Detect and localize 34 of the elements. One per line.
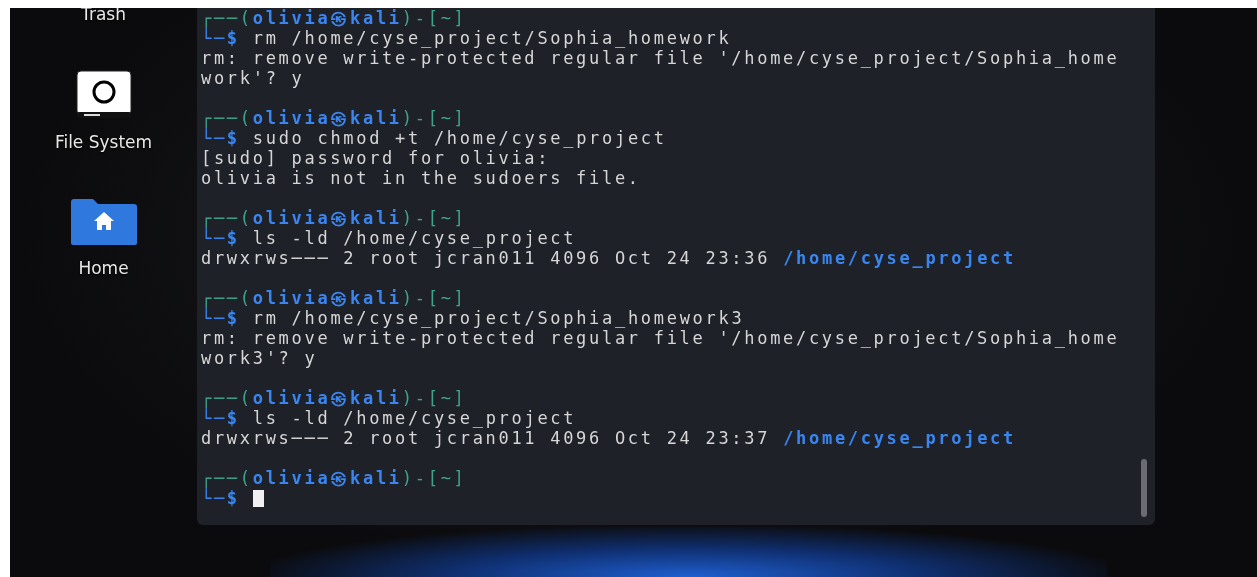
scrollbar-thumb[interactable] bbox=[1141, 459, 1147, 517]
prompt-symbol: └─$ bbox=[201, 228, 240, 248]
output-text: work'? y bbox=[201, 68, 305, 88]
home-folder-icon[interactable] bbox=[68, 198, 139, 246]
cursor bbox=[252, 489, 264, 507]
prompt-symbol: └─$ bbox=[201, 408, 240, 428]
command-text: sudo chmod +t /home/cyse_project bbox=[252, 128, 667, 148]
output-text: [sudo] password for olivia: bbox=[201, 148, 551, 168]
command-text: ls -ld /home/cyse_project bbox=[252, 228, 577, 248]
command-text: ls -ld /home/cyse_project bbox=[252, 408, 577, 428]
desktop-icon-label[interactable]: Trash bbox=[81, 8, 126, 24]
prompt-line: ┌──(olivia㉿kali)-[~] bbox=[201, 388, 468, 408]
directory-path: /home/cyse_project bbox=[783, 248, 1016, 268]
command-text: rm /home/cyse_project/Sophia_homework bbox=[252, 28, 732, 48]
output-text: drwxrws─── 2 root jcran011 4096 Oct 24 23:36 bbox=[201, 248, 771, 268]
prompt-symbol: └─$ bbox=[201, 488, 240, 508]
prompt-line: ┌──(olivia㉿kali)-[~] bbox=[201, 108, 468, 128]
prompt-symbol: └─$ bbox=[201, 28, 240, 48]
directory-path: /home/cyse_project bbox=[783, 428, 1016, 448]
desktop-icon-label[interactable]: File System bbox=[54, 132, 153, 152]
desktop-icon-label[interactable]: Home bbox=[78, 258, 129, 278]
output-text: rm: remove write-protected regular file '/home/cyse_project/Sophia_home bbox=[201, 328, 1120, 348]
output-text: rm: remove write-protected regular file '/home/cyse_project/Sophia_home bbox=[201, 48, 1120, 68]
prompt-line: ┌──(olivia㉿kali)-[~] bbox=[201, 468, 468, 488]
prompt-symbol: └─$ bbox=[201, 308, 240, 328]
prompt-symbol: └─$ bbox=[201, 128, 240, 148]
prompt-line: ┌──(olivia㉿kali)-[~] bbox=[201, 8, 468, 28]
prompt-line: ┌──(olivia㉿kali)-[~] bbox=[201, 288, 468, 308]
drive-icon[interactable] bbox=[75, 70, 132, 120]
output-text: olivia is not in the sudoers file. bbox=[201, 168, 641, 188]
output-text: drwxrws─── 2 root jcran011 4096 Oct 24 23:37 bbox=[201, 428, 771, 448]
output-text: work3'? y bbox=[201, 348, 318, 368]
command-text: rm /home/cyse_project/Sophia_homework3 bbox=[252, 308, 745, 328]
prompt-line: ┌──(olivia㉿kali)-[~] bbox=[201, 208, 468, 228]
